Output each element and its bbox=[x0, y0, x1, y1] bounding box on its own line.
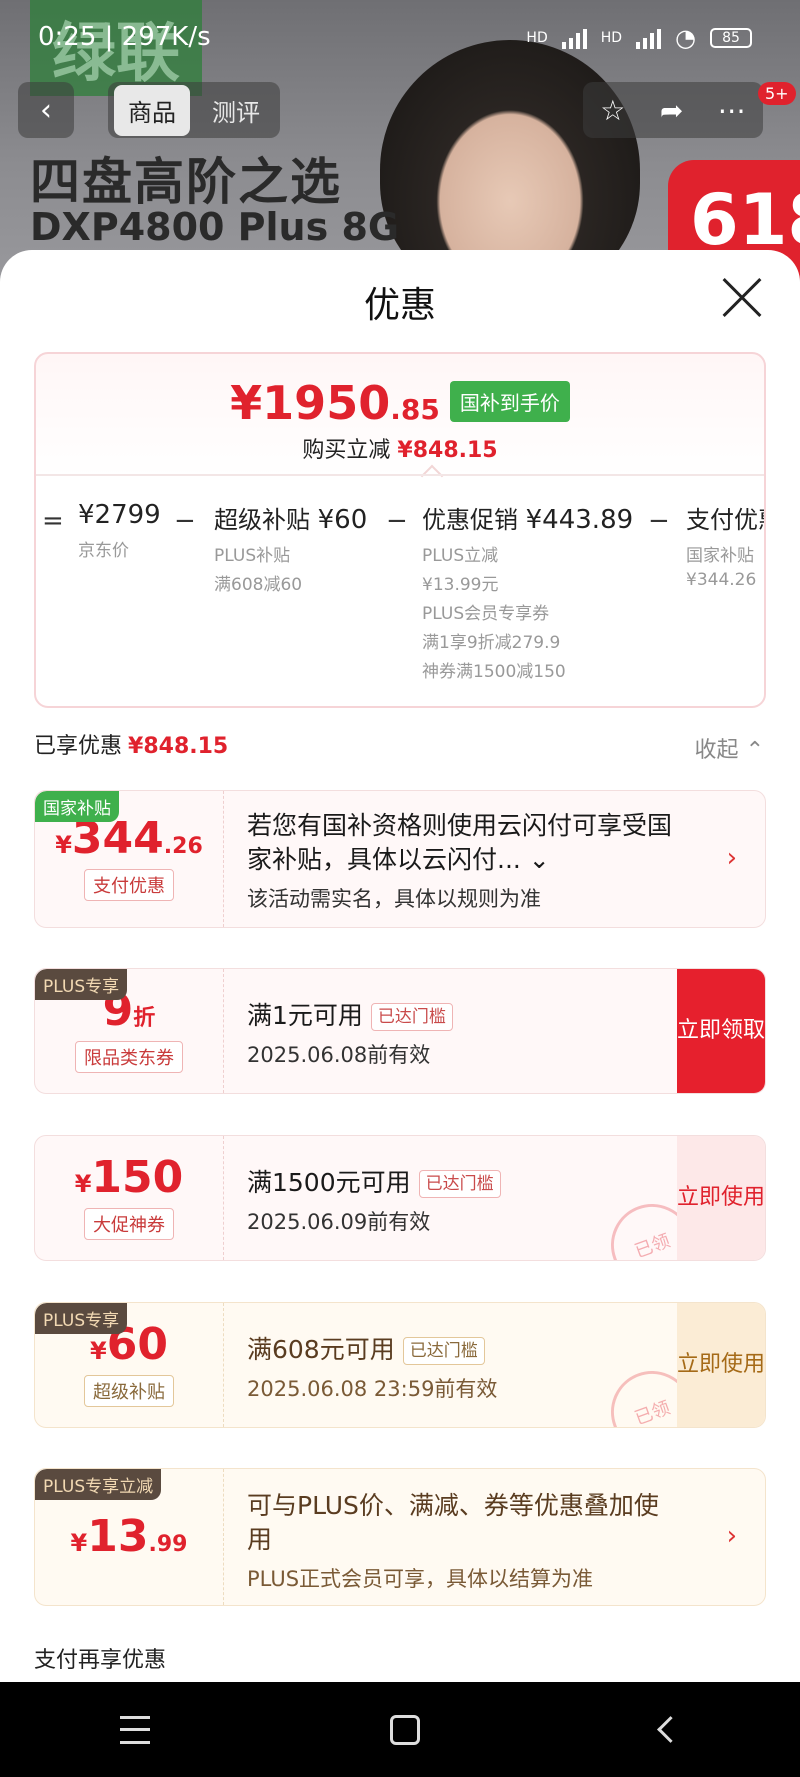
minus-sign: − bbox=[174, 506, 196, 536]
coupon-amount: ¥344.26 bbox=[55, 813, 203, 864]
use-button[interactable]: 立即使用 bbox=[677, 1303, 765, 1427]
breakdown-jd-price: ¥2799 京东价 bbox=[78, 500, 161, 561]
hd-signal-icon: HD bbox=[526, 30, 548, 46]
signal-bars-icon bbox=[561, 27, 587, 49]
breakdown-super-subsidy: 超级补贴 ¥60 PLUS补贴 满608减60 bbox=[214, 505, 368, 595]
coupon-big-promo[interactable]: ¥150 大促神券 满1500元可用 已达门槛 2025.06.09前有效 已领 … bbox=[34, 1135, 766, 1261]
signal-bars-icon-2 bbox=[636, 27, 662, 49]
breakdown-payment-discount: 支付优惠 国家补贴 ¥344.26 bbox=[686, 506, 764, 590]
share-icon[interactable]: ➦ bbox=[660, 94, 683, 127]
coupon-national-subsidy[interactable]: 国家补贴 ¥344.26 支付优惠 若您有国补资格则使用云闪付可享受国家补贴，具… bbox=[34, 790, 766, 928]
minus-sign: − bbox=[386, 506, 408, 536]
banner-subheadline: DXP4800 Plus 8G bbox=[30, 205, 400, 249]
coupon-note: PLUS正式会员可享，具体以结算为准 bbox=[247, 1566, 594, 1591]
status-icons: HD HD ◔ 85 bbox=[526, 24, 752, 52]
hd-signal-icon-2: HD bbox=[600, 30, 623, 46]
chevron-up-icon: ⌃ bbox=[745, 738, 764, 763]
use-button[interactable]: 立即使用 bbox=[677, 1136, 765, 1260]
price-breakdown: = ¥2799 京东价 − 超级补贴 ¥60 PLUS补贴 满608减60 − … bbox=[36, 474, 764, 696]
close-icon[interactable] bbox=[720, 276, 764, 320]
more-icon[interactable]: ⋯ bbox=[718, 94, 746, 127]
collapse-button[interactable]: 收起 ⌃ bbox=[695, 732, 764, 764]
coupon-type-tag: 支付优惠 bbox=[84, 869, 174, 901]
chevron-right-icon[interactable]: › bbox=[727, 1521, 737, 1551]
coupon-type-tag: 大促神券 bbox=[84, 1208, 174, 1240]
header-actions: ☆ ➦ ⋯ bbox=[583, 82, 763, 138]
sheet-title: 优惠 bbox=[363, 285, 436, 326]
minus-sign: − bbox=[648, 506, 670, 536]
threshold-reached-badge: 已达门槛 bbox=[402, 1336, 485, 1366]
banner-headline: 四盘高阶之选 bbox=[30, 153, 342, 211]
enjoyed-discount: 已享优惠 ¥848.15 bbox=[34, 734, 229, 759]
claim-button[interactable]: 立即领取 bbox=[677, 969, 765, 1093]
coupon-validity: 2025.06.08前有效 bbox=[247, 1042, 431, 1067]
coupon-plus-discount[interactable]: PLUS专享 9折 限品类东券 满1元可用 已达门槛 2025.06.08前有效 … bbox=[34, 968, 766, 1094]
coupon-ribbon: PLUS专享 bbox=[35, 969, 128, 1000]
coupon-threshold: 满608元可用 已达门槛 bbox=[247, 1333, 675, 1367]
coupon-amount: ¥150 bbox=[74, 1152, 184, 1203]
coupon-type-tag: 限品类东券 bbox=[75, 1041, 183, 1073]
coupon-super-subsidy[interactable]: PLUS专享 ¥60 超级补贴 满608元可用 已达门槛 2025.06.08 2… bbox=[34, 1302, 766, 1428]
equals-sign: = bbox=[42, 506, 64, 536]
threshold-reached-badge: 已达门槛 bbox=[418, 1169, 501, 1199]
coupon-validity: 2025.06.09前有效 bbox=[247, 1209, 431, 1234]
back-nav-icon[interactable] bbox=[656, 1716, 684, 1743]
system-nav-bar bbox=[0, 1682, 800, 1777]
coupon-plus-instant-reduction[interactable]: PLUS专享立减 ¥13.99 可与PLUS价、满减、券等优惠叠加使用 PLUS… bbox=[34, 1468, 766, 1606]
status-bar: 0:25 | 297K/s HD HD ◔ 85 bbox=[0, 0, 800, 78]
price-summary-card: ¥1950.85 国补到手价 购买立减 ¥848.15 = ¥2799 京东价 … bbox=[34, 352, 766, 708]
coupon-note: 该活动需实名，具体以规则为准 bbox=[247, 886, 541, 911]
tab-product[interactable]: 商品 bbox=[114, 84, 190, 136]
coupon-description[interactable]: 若您有国补资格则使用云闪付可享受国家补贴，具体以云闪付... ⌄ bbox=[247, 809, 675, 877]
coupon-amount: ¥13.99 bbox=[70, 1511, 188, 1562]
coupon-threshold: 满1元可用 已达门槛 bbox=[247, 999, 675, 1033]
breakdown-promotion: 优惠促销 ¥443.89 PLUS立减 ¥13.99元 PLUS会员专享券 满1… bbox=[422, 505, 634, 682]
coupon-type-tag: 超级补贴 bbox=[84, 1375, 174, 1407]
tab-review[interactable]: 测评 bbox=[198, 85, 274, 136]
chevron-right-icon[interactable]: › bbox=[727, 843, 737, 873]
coupon-threshold: 满1500元可用 已达门槛 bbox=[247, 1166, 675, 1200]
favorite-star-icon[interactable]: ☆ bbox=[600, 94, 625, 127]
coupon-ribbon: PLUS专享 bbox=[35, 1303, 128, 1334]
pay-more-discount-heading: 支付再享优惠 bbox=[34, 1648, 167, 1673]
home-icon[interactable] bbox=[390, 1714, 421, 1745]
threshold-reached-badge: 已达门槛 bbox=[370, 1002, 453, 1032]
coupon-ribbon: PLUS专享立减 bbox=[35, 1469, 162, 1500]
status-time: 0:25 | 297K/s bbox=[38, 22, 211, 52]
coupon-validity: 2025.06.08 23:59前有效 bbox=[247, 1376, 498, 1401]
instant-reduction: 购买立减 ¥848.15 bbox=[302, 438, 498, 463]
coupon-description: 可与PLUS价、满减、券等优惠叠加使用 bbox=[247, 1491, 659, 1554]
product-tabs: 商品 测评 bbox=[108, 82, 280, 138]
back-icon[interactable]: ‹ bbox=[18, 82, 74, 138]
wifi-icon: ◔ bbox=[675, 24, 696, 52]
battery-icon: 85 bbox=[710, 28, 752, 48]
coupon-ribbon: 国家补贴 bbox=[35, 791, 119, 822]
final-price: ¥1950.85 bbox=[230, 376, 440, 430]
message-count-badge: 5+ bbox=[758, 82, 796, 105]
final-price-tag: 国补到手价 bbox=[449, 381, 570, 422]
menu-icon[interactable] bbox=[120, 1715, 151, 1744]
discount-sheet: 优惠 ¥1950.85 国补到手价 购买立减 ¥848.15 = ¥2799 京… bbox=[0, 250, 800, 1682]
